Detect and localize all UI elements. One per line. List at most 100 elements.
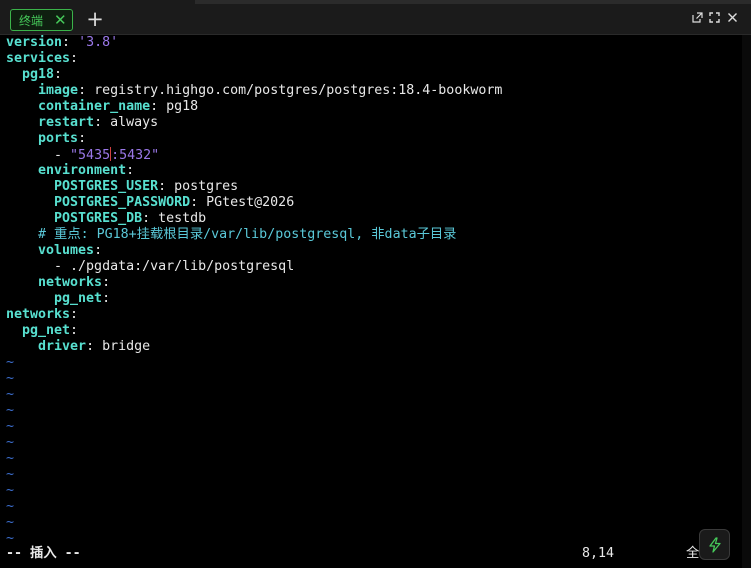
empty-line-tilde: ~ (6, 451, 742, 467)
tilde-marker: ~ (6, 371, 15, 386)
yaml-key: environment (6, 163, 127, 178)
vim-status-line: -- 插入 -- 8,14 全 (6, 545, 742, 563)
code-line: pg_net: (6, 323, 742, 339)
yaml-comment: # 重点: PG18+挂载根目录/var/lib/postgresql, 非da… (6, 227, 457, 242)
tilde-marker: ~ (6, 403, 15, 418)
yaml-text: : (70, 51, 79, 66)
tilde-marker: ~ (6, 499, 15, 514)
yaml-key: pg_net (6, 323, 71, 338)
yaml-key: driver (6, 339, 87, 354)
tilde-marker: ~ (6, 387, 15, 402)
add-tab-icon[interactable]: + (86, 8, 104, 30)
empty-line-tilde: ~ (6, 403, 742, 419)
yaml-text: : postgres (158, 179, 239, 194)
yaml-text: : PGtest@2026 (190, 195, 295, 210)
empty-line-tilde: ~ (6, 499, 742, 515)
yaml-key: pg18 (6, 67, 55, 82)
yaml-key: pg_net (6, 291, 103, 306)
yaml-text: - ./pgdata:/var/lib/postgresql (6, 259, 295, 274)
popout-icon[interactable] (692, 12, 704, 24)
code-line: - "5435:5432" (6, 147, 742, 163)
yaml-key: volumes (6, 243, 95, 258)
yaml-key: container_name (6, 99, 151, 114)
empty-line-tilde: ~ (6, 419, 742, 435)
yaml-text: : (62, 35, 79, 50)
yaml-key: ports (6, 131, 79, 146)
code-line: pg_net: (6, 291, 742, 307)
yaml-text: : testdb (142, 211, 207, 226)
scroll-indicator: 全 (686, 546, 700, 561)
code-line: networks: (6, 275, 742, 291)
code-line: networks: (6, 307, 742, 323)
code-line: volumes: (6, 243, 742, 259)
code-line: POSTGRES_PASSWORD: PGtest@2026 (6, 195, 742, 211)
title-bar: 终端 ✕ + (0, 0, 751, 35)
tab-label: 终端 (19, 13, 44, 28)
tilde-marker: ~ (6, 435, 15, 450)
close-icon[interactable] (727, 12, 739, 24)
yaml-text: : (78, 131, 87, 146)
yaml-key: networks (6, 275, 103, 290)
tilde-marker: ~ (6, 419, 15, 434)
tilde-marker: ~ (6, 467, 15, 482)
tab-close-icon[interactable]: ✕ (54, 12, 67, 28)
code-line: driver: bridge (6, 339, 742, 355)
tilde-marker: ~ (6, 483, 15, 498)
yaml-text: : always (94, 115, 159, 130)
code-line: POSTGRES_USER: postgres (6, 179, 742, 195)
yaml-string: "5435 (70, 148, 111, 163)
empty-line-tilde: ~ (6, 371, 742, 387)
yaml-key: restart (6, 115, 95, 130)
code-line: - ./pgdata:/var/lib/postgresql (6, 259, 742, 275)
code-line: restart: always (6, 115, 742, 131)
yaml-text: : (94, 243, 103, 258)
tilde-marker: ~ (6, 451, 15, 466)
title-bar-shadow (195, 0, 751, 4)
code-line: container_name: pg18 (6, 99, 742, 115)
yaml-text: : registry.highgo.com/postgres/postgres:… (78, 83, 503, 98)
empty-line-tilde: ~ (6, 483, 742, 499)
tilde-marker: ~ (6, 531, 15, 546)
lightning-icon (708, 536, 721, 553)
code-line: ports: (6, 131, 742, 147)
yaml-text: : bridge (86, 339, 151, 354)
yaml-key: POSTGRES_DB (6, 211, 143, 226)
scroll-gutter (742, 35, 751, 568)
yaml-key: services (6, 51, 71, 66)
mode-indicator: -- 插入 -- (6, 546, 81, 561)
empty-line-tilde: ~ (6, 467, 742, 483)
tilde-marker: ~ (6, 355, 15, 370)
yaml-key: POSTGRES_USER (6, 179, 159, 194)
code-line: services: (6, 51, 742, 67)
code-line: # 重点: PG18+挂载根目录/var/lib/postgresql, 非da… (6, 227, 742, 243)
yaml-key: POSTGRES_PASSWORD (6, 195, 191, 210)
yaml-string: :5432" (111, 148, 160, 163)
empty-line-tilde: ~ (6, 387, 742, 403)
yaml-text: : (102, 291, 111, 306)
yaml-text: : (70, 323, 79, 338)
cursor-position: 8,14 (582, 546, 615, 561)
yaml-text: : (70, 307, 79, 322)
yaml-string: '3.8' (78, 35, 119, 50)
tab-terminal[interactable]: 终端 ✕ (10, 9, 73, 31)
yaml-text: : pg18 (150, 99, 199, 114)
terminal-editor[interactable]: version: '3.8' services: pg18: image: reg… (6, 35, 742, 555)
empty-line-tilde: ~ (6, 435, 742, 451)
code-line: image: registry.highgo.com/postgres/post… (6, 83, 742, 99)
code-line: environment: (6, 163, 742, 179)
expand-icon[interactable] (709, 12, 721, 24)
yaml-key: version (6, 35, 63, 50)
yaml-text: : (54, 67, 63, 82)
empty-line-tilde: ~ (6, 355, 742, 371)
yaml-key: image (6, 83, 79, 98)
yaml-key: networks (6, 307, 71, 322)
ai-assist-button[interactable] (699, 529, 730, 560)
code-line: pg18: (6, 67, 742, 83)
empty-line-tilde: ~ (6, 515, 742, 531)
yaml-text: : (102, 275, 111, 290)
yaml-text: : (126, 163, 135, 178)
yaml-text: - (6, 148, 71, 163)
tilde-marker: ~ (6, 515, 15, 530)
code-line: POSTGRES_DB: testdb (6, 211, 742, 227)
code-line: version: '3.8' (6, 35, 742, 51)
